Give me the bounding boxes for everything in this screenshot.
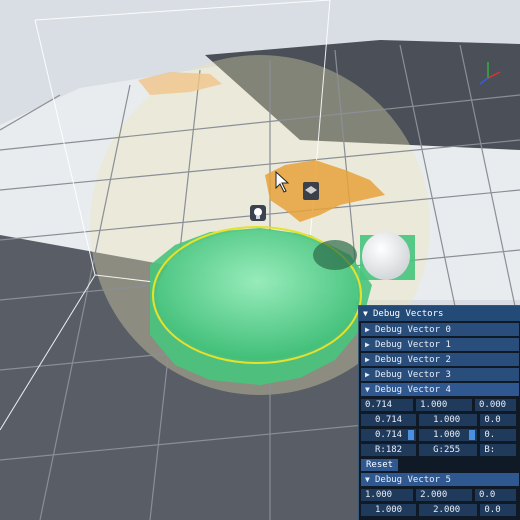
tree-node-debug-vector-0[interactable]: ▶ Debug Vector 0 [361,323,519,336]
slider-grab[interactable] [408,430,415,440]
color-b-input[interactable]: B: [480,444,516,456]
camera-gizmo-icon[interactable] [303,182,319,200]
slider-value: 0.714 [375,430,403,440]
vector4-x-input[interactable]: 0.714 [361,399,414,411]
window-title: Debug Vectors [373,308,444,319]
vector5-y-drag[interactable]: 2.000 [419,504,478,516]
tree-node-debug-vector-4[interactable]: ▼ Debug Vector 4 [361,383,519,396]
expand-arrow-icon: ▶ [365,370,370,379]
vector4-color-row: R:182 G:255 B: [361,444,519,456]
vector4-y-slider[interactable]: 1.000 [419,429,478,441]
vector4-slider-row: 0.714 1.000 0. [361,429,519,441]
sphere-shadow [313,240,357,270]
tree-node-label: Debug Vector 1 [375,339,451,350]
vector5-z-drag[interactable]: 0.0 [480,504,516,516]
vector5-input-row: 1.000 2.000 0.0 [361,489,519,501]
reset-button[interactable]: Reset [361,459,399,471]
vector4-y-input[interactable]: 1.000 [416,399,472,411]
vector4-x-slider[interactable]: 0.714 [361,429,417,441]
expand-arrow-icon: ▶ [365,340,370,349]
vector5-z-input[interactable]: 0.0 [474,489,517,501]
collapse-arrow-icon[interactable]: ▼ [363,309,373,318]
color-g-input[interactable]: G:255 [419,444,478,456]
window-titlebar[interactable]: ▼ Debug Vectors [359,306,520,321]
tree-node-label: Debug Vector 3 [375,369,451,380]
lightbulb-icon[interactable] [250,205,266,221]
color-r-input[interactable]: R:182 [361,444,417,456]
vector4-drag-row: 0.714 1.000 0.0 [361,414,519,426]
tree-node-label: Debug Vector 4 [375,384,451,395]
vector4-z-slider[interactable]: 0. [480,429,516,441]
slider-grab[interactable] [469,430,476,440]
vector4-input-row: 0.714 1.000 0.000 [361,399,519,411]
vector4-z-input[interactable]: 0.000 [474,399,517,411]
vector4-y-drag[interactable]: 1.000 [419,414,478,426]
tree-node-debug-vector-1[interactable]: ▶ Debug Vector 1 [361,338,519,351]
tree-node-debug-vector-2[interactable]: ▶ Debug Vector 2 [361,353,519,366]
vector4-x-drag[interactable]: 0.714 [361,414,417,426]
viewport[interactable]: ▼ Debug Vectors ▶ Debug Vector 0 ▶ Debug… [0,0,520,520]
expand-arrow-icon: ▶ [365,355,370,364]
vector5-x-input[interactable]: 1.000 [361,489,414,501]
vector5-y-input[interactable]: 2.000 [416,489,472,501]
debug-vectors-window[interactable]: ▼ Debug Vectors ▶ Debug Vector 0 ▶ Debug… [358,305,520,520]
slider-value: 0. [484,430,496,440]
white-sphere [362,232,410,280]
tree-node-debug-vector-5[interactable]: ▼ Debug Vector 5 [361,473,519,486]
tree-node-debug-vector-3[interactable]: ▶ Debug Vector 3 [361,368,519,381]
tree-node-label: Debug Vector 5 [375,474,451,485]
vector4-z-drag[interactable]: 0.0 [480,414,516,426]
collapse-arrow-icon: ▼ [365,475,370,484]
collapse-arrow-icon: ▼ [365,385,370,394]
slider-value: 1.000 [433,430,461,440]
tree-node-label: Debug Vector 2 [375,354,451,365]
tree-node-label: Debug Vector 0 [375,324,451,335]
vector5-drag-row: 1.000 2.000 0.0 [361,504,519,516]
expand-arrow-icon: ▶ [365,325,370,334]
vector5-x-drag[interactable]: 1.000 [361,504,417,516]
